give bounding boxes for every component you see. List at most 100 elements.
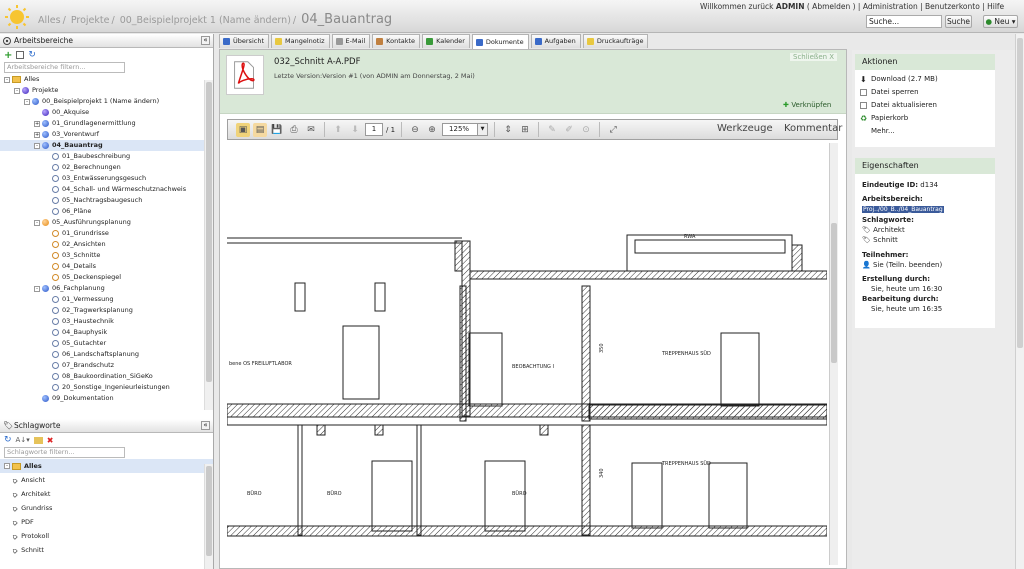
tag-item[interactable]: ⌂ PDF [0,515,213,529]
refresh-icon[interactable]: ↻ [28,50,36,60]
logout-link[interactable]: ( Abmelden ) [807,2,856,11]
tab-item[interactable]: Übersicht [219,34,269,48]
zoom-in-icon[interactable]: ⊕ [425,123,439,137]
tag-item[interactable]: - Alles [0,459,213,473]
tag-item[interactable]: ⌂ Grundriss [0,501,213,515]
tree-item[interactable]: - 04_Bauantrag [0,140,213,151]
annotate-icon[interactable]: ✐ [562,123,576,137]
tools-menu[interactable]: Werkzeuge [717,123,773,134]
tags-scrollbar[interactable] [204,464,213,569]
participant-row[interactable]: 👤 Sie (Teiln. beenden) [855,260,995,270]
workspace-filter-input[interactable]: Arbeitsbereiche filtern... [4,62,125,73]
tag-item[interactable]: ⌂ Schnitt [0,543,213,557]
tree-item[interactable]: 05_Deckenspiegel [0,272,213,283]
tree-item[interactable]: 02_Tragwerksplanung [0,305,213,316]
tree-item[interactable]: 04_Schall- und Wärmeschutznachweis [0,184,213,195]
tag-item[interactable]: ⌂ Ansicht [0,473,213,487]
tree-item[interactable]: 05_Gutachter [0,338,213,349]
collapse-icon[interactable]: - [4,76,10,83]
link-document-button[interactable]: ✚ Verknüpfen [783,101,831,109]
tag-architekt[interactable]: 🏷 Architekt [855,225,995,235]
collapse-icon[interactable]: - [24,98,30,105]
delete-tag-icon[interactable]: ✖ [47,436,54,445]
search-input[interactable]: Suche... [866,15,942,28]
collapse-icon[interactable]: - [14,87,20,94]
tab-item[interactable]: Aufgaben [530,34,581,48]
tree-item[interactable]: - 05_Ausführungsplanung [0,217,213,228]
comment-menu[interactable]: Kommentar [784,123,842,134]
create-pdf-icon[interactable]: ▣ [236,122,250,137]
stamp-icon[interactable]: ⊙ [579,123,593,137]
zoom-out-icon[interactable]: ⊖ [408,123,422,137]
tree-item[interactable]: 01_Grundrisse [0,228,213,239]
tag-item[interactable]: ⌂ Protokoll [0,529,213,543]
refresh-tags-icon[interactable]: ↻ [4,435,12,445]
tree-item[interactable]: 20_Sonstige_Ingenieurleistungen [0,382,213,393]
collapse-left-icon[interactable]: « [201,36,210,45]
trash-action[interactable]: ♻ Papierkorb [855,112,995,125]
tree-item[interactable]: 05_Nachtragsbaugesuch [0,195,213,206]
tab-item[interactable]: Kontakte [372,34,421,48]
print-pdf-icon[interactable]: ▤ [253,122,267,137]
tree-item[interactable]: 03_Schnitte [0,250,213,261]
new-button[interactable]: ● Neu ▾ [983,15,1018,28]
tab-item[interactable]: Kalender [422,34,470,48]
print-icon[interactable]: ⎙ [287,123,301,137]
page-number-input[interactable]: 1 [365,123,383,136]
tree-item[interactable]: - Alles [0,74,213,85]
tree-item[interactable]: 01_Baubeschreibung [0,151,213,162]
more-action[interactable]: Mehr... [855,125,995,138]
account-link[interactable]: Benutzerkonto [925,2,980,11]
sort-icon[interactable]: A↓▾ [16,436,30,444]
list-icon[interactable] [16,51,25,59]
tree-item[interactable]: 00_Akquise [0,107,213,118]
tag-schnitt[interactable]: 🏷 Schnitt [855,235,995,245]
tree-item[interactable]: 07_Brandschutz [0,360,213,371]
collapse-tags-icon[interactable]: « [201,421,210,430]
folder-icon[interactable] [33,436,43,444]
collapse-icon[interactable]: - [4,463,10,469]
tree-item[interactable]: 06_Pläne [0,206,213,217]
fit-page-icon[interactable]: ⇕ [501,123,515,137]
tree-item[interactable]: 06_Landschaftsplanung [0,349,213,360]
help-link[interactable]: Hilfe [987,2,1004,11]
workspace-scrollbar[interactable] [204,80,213,410]
save-icon[interactable]: 💾 [270,123,284,137]
tree-item[interactable]: - 00_Beispielprojekt 1 (Name ändern) [0,96,213,107]
tree-item[interactable]: - Projekte [0,85,213,96]
page-scrollbar[interactable] [1015,34,1024,569]
fit-width-icon[interactable]: ⊞ [518,123,532,137]
breadcrumb-project[interactable]: 00_Beispielprojekt 1 (Name ändern) [120,15,291,26]
breadcrumb-projekte[interactable]: Projekte [71,15,110,26]
workspace-value-link[interactable]: Proj../00_B../04_Bauantrag [862,206,944,213]
search-button[interactable]: Suche [945,15,972,28]
expand-icon[interactable]: + [34,131,40,138]
tree-item[interactable]: - 06_Fachplanung [0,283,213,294]
fullscreen-icon[interactable]: ⤢ [606,123,620,137]
tree-item[interactable]: 03_Haustechnik [0,316,213,327]
add-workspace-icon[interactable]: + [4,50,12,61]
prev-page-icon[interactable]: ⬆ [331,123,345,137]
email-icon[interactable]: ✉ [304,123,318,137]
tag-item[interactable]: ⌂ Architekt [0,487,213,501]
zoom-select[interactable]: 125% ▼ [442,123,489,136]
tree-item[interactable]: 08_Baukoordination_SiGeKo [0,371,213,382]
tab-item[interactable]: Dokumente [471,34,529,49]
tree-item[interactable]: 02_Berechnungen [0,162,213,173]
tree-item[interactable]: 01_Vermessung [0,294,213,305]
tab-item[interactable]: Druckaufträge [582,34,649,48]
expand-icon[interactable]: + [34,120,40,127]
tree-item[interactable]: 02_Ansichten [0,239,213,250]
tree-item[interactable]: 09_Dokumentation [0,393,213,404]
lock-action[interactable]: Datei sperren [855,86,995,99]
collapse-icon[interactable]: - [34,219,40,226]
download-action[interactable]: ⬇ Download (2.7 MB) [855,73,995,86]
tree-item[interactable]: +01_Grundlagenermittlung [0,118,213,129]
breadcrumb-alles[interactable]: Alles [38,15,61,26]
tab-item[interactable]: E-Mail [331,34,371,48]
tree-item[interactable]: +03_Vorentwurf [0,129,213,140]
update-action[interactable]: Datei aktualisieren [855,99,995,112]
admin-link[interactable]: Administration [863,2,918,11]
tags-filter-input[interactable]: Schlagworte filtern... [4,447,125,458]
collapse-icon[interactable]: - [34,285,40,292]
